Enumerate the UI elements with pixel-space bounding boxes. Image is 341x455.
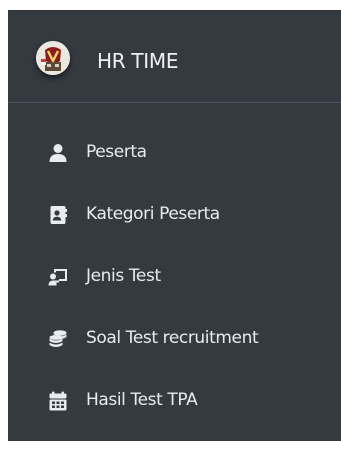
sidebar-item-kategori-peserta[interactable]: Kategori Peserta (8, 183, 341, 245)
sidebar-item-soal-test-recruitment[interactable]: Soal Test recruitment (8, 307, 341, 369)
sidebar-item-jenis-test[interactable]: Jenis Test (8, 245, 341, 307)
calendar-icon (48, 391, 68, 411)
sidebar-item-peserta[interactable]: Peserta (8, 121, 341, 183)
address-card-icon (48, 205, 68, 225)
user-icon (48, 143, 68, 163)
brand-title: HR TIME (97, 49, 179, 73)
sidebar-item-label: Hasil Test TPA (86, 390, 198, 410)
sidebar-item-label: Jenis Test (86, 266, 161, 286)
coins-icon (48, 329, 68, 349)
chalkboard-teacher-icon (48, 267, 68, 287)
brand-link[interactable]: HR TIME (8, 11, 341, 103)
sidebar: HR TIME Peserta Kategori Peserta Jenis T… (8, 10, 341, 441)
sidebar-item-label: Soal Test recruitment (86, 328, 259, 348)
page: HR TIME Peserta Kategori Peserta Jenis T… (0, 0, 341, 455)
hr-time-logo-icon (36, 41, 70, 75)
sidebar-item-hasil-test-tpa[interactable]: Hasil Test TPA (8, 369, 341, 431)
sidebar-item-label: Kategori Peserta (86, 204, 220, 224)
sidebar-nav: Peserta Kategori Peserta Jenis Test Soal… (8, 121, 341, 431)
sidebar-item-label: Peserta (86, 142, 147, 162)
